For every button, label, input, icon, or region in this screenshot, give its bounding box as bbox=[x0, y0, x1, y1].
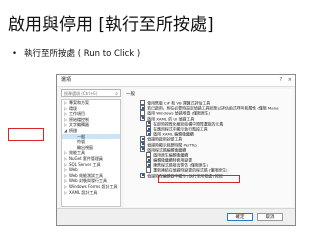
highlight-box-debug-general bbox=[8, 128, 44, 141]
bullet-dot: • bbox=[12, 49, 18, 59]
slide-title: 啟用與停用 [執行至所按處] bbox=[8, 15, 214, 35]
tree-item-label: Web 效能測試工具 bbox=[69, 172, 103, 178]
tree-item-label: 專案和方案 bbox=[69, 100, 89, 105]
options-search-input[interactable]: 搜尋選項 (Ctrl+E) ⌕ bbox=[61, 89, 121, 97]
tree-item-label: Windows Forms 設計工具 bbox=[69, 183, 118, 189]
options-tree: ▷ 專案和方案 ▷ 環境 ▷ 工作項目 ▷ 原始檔控制 ▷ 文字編輯器 ◢ 偵錯 一般 符號 輸出視窗 ▷ 效能… bbox=[61, 99, 121, 207]
tree-item-label: Web bbox=[69, 167, 78, 173]
highlight-box-run-to-click-option bbox=[158, 175, 240, 183]
bullet-item: • 執行至所按處 ( Run to Click ) bbox=[12, 47, 140, 59]
ok-button[interactable]: 確定 bbox=[227, 213, 253, 221]
tree-item[interactable]: ▷ XAML 設計工具 bbox=[62, 190, 120, 196]
search-placeholder: 搜尋選項 (Ctrl+E) bbox=[64, 91, 98, 96]
tree-item-label: 偵錯 bbox=[69, 127, 77, 133]
section-heading: 一般 bbox=[126, 92, 135, 97]
options-list: 使用舊版 C# 和 VB 運算式評估工具 若已啟用，則在必要時設定偵錯工具狀態以評… bbox=[124, 100, 293, 178]
tree-item-label: 環境 bbox=[69, 105, 77, 111]
bullet-text: 執行至所按處 ( Run to Click ) bbox=[24, 49, 141, 59]
option-checkbox[interactable] bbox=[140, 172, 146, 178]
tree-item-label: 輸出視窗 bbox=[77, 144, 93, 150]
cancel-button[interactable]: 取消 bbox=[257, 213, 283, 221]
dialog-footer: 確定 取消 bbox=[57, 208, 295, 225]
tree-item-label: 符號 bbox=[77, 139, 85, 145]
tree-item-label: 一般 bbox=[77, 133, 85, 139]
dialog-title: 選項 bbox=[61, 77, 72, 83]
tree-item-label: 工作項目 bbox=[69, 111, 85, 117]
options-dialog: 選項 ? × 搜尋選項 (Ctrl+E) ⌕ ▷ 專案和方案 ▷ 環境 ▷ 工作項目 ▷ 原始… bbox=[56, 74, 296, 226]
help-button[interactable]: ? bbox=[280, 77, 283, 83]
close-button[interactable]: × bbox=[288, 77, 292, 83]
tree-item-label: NuGet 套件管理員 bbox=[69, 155, 103, 161]
window-buttons: ? × bbox=[276, 75, 292, 86]
dialog-titlebar: 選項 ? × bbox=[57, 75, 295, 87]
tree-item-label: Web 封裝與發行工具 bbox=[69, 178, 107, 184]
tree-item-label: SQL Server 工具 bbox=[69, 161, 101, 167]
tree-item-label: 效能工具 bbox=[69, 150, 85, 156]
search-icon: ⌕ bbox=[115, 91, 118, 97]
options-content: 一般 使用舊版 C# 和 VB 運算式評估工具 若已啟用，則在必要時設定偵錯工具狀… bbox=[124, 89, 293, 207]
tree-item-label: 文字編輯器 bbox=[69, 122, 89, 128]
tree-item-label: XAML 設計工具 bbox=[69, 189, 98, 195]
